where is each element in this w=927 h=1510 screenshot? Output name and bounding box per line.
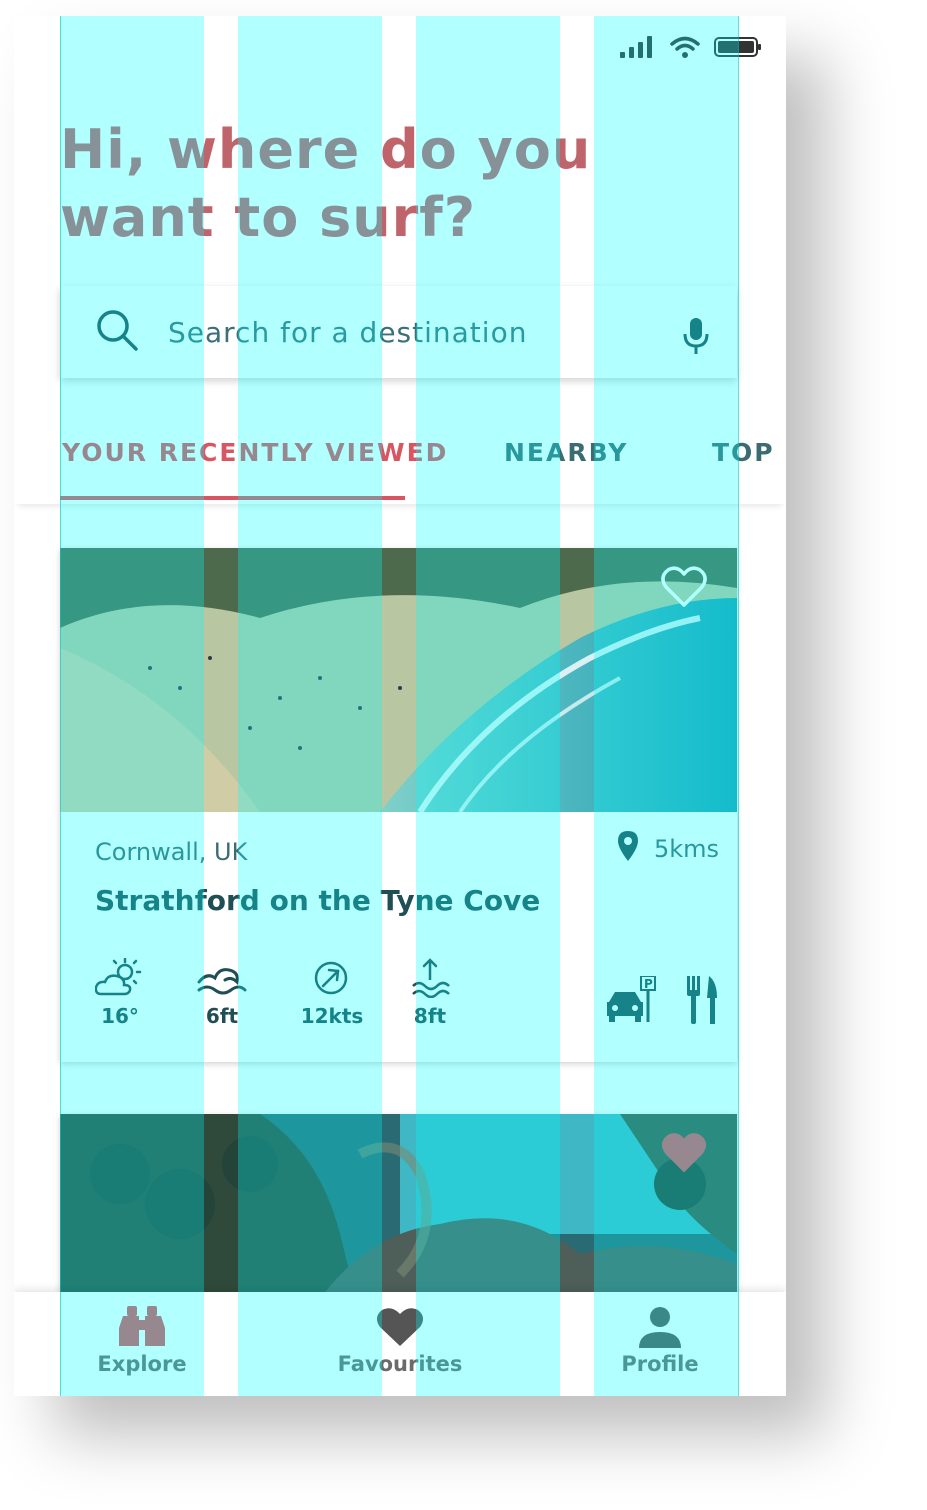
wave-height-value: 6ft: [205, 1004, 239, 1028]
status-bar: [620, 36, 762, 58]
surf-spot-card[interactable]: Cornwall, UK 5kms Strathford on the Tyne…: [60, 548, 737, 1062]
nav-favourites-label: Favourites: [337, 1352, 463, 1376]
wind-speed-value: 12kts: [300, 1004, 364, 1028]
wave-icon: [172, 958, 272, 998]
spot-location: Cornwall, UK: [95, 838, 248, 866]
favourite-heart-icon[interactable]: [661, 566, 707, 608]
search-input[interactable]: [166, 314, 640, 350]
binoculars-icon: [62, 1306, 222, 1348]
active-tab-indicator: [60, 496, 405, 500]
battery-icon: [714, 36, 762, 58]
tab-nearby[interactable]: NEARBY: [504, 438, 628, 467]
tide-metric: 8ft: [380, 958, 480, 1028]
wave-height-metric: 6ft: [172, 958, 272, 1028]
nav-explore[interactable]: Explore: [62, 1306, 222, 1376]
microphone-icon[interactable]: [681, 316, 711, 361]
spot-name: Strathford on the Tyne Cove: [95, 884, 541, 917]
tab-bar: YOUR RECENTLY VIEWED NEARBY TOP P: [14, 424, 786, 504]
search-bar[interactable]: [60, 286, 737, 378]
tab-top[interactable]: TOP P: [712, 438, 786, 467]
wifi-icon: [670, 36, 700, 58]
nav-profile[interactable]: Profile: [580, 1306, 740, 1376]
weather-icon: [70, 958, 170, 998]
search-icon[interactable]: [94, 307, 140, 358]
wind-icon: [282, 958, 382, 998]
beach-photo: [60, 548, 737, 812]
greeting-line-1: Hi, where do you: [60, 118, 592, 181]
temperature-value: 16°: [101, 1004, 139, 1028]
parking-icon: P: [605, 975, 661, 1029]
tide-icon: [380, 958, 480, 998]
surf-spot-card[interactable]: [60, 1114, 737, 1314]
bottom-navigation: Explore Favourites Profile: [14, 1292, 786, 1396]
heart-icon: [320, 1306, 480, 1348]
favourite-heart-icon[interactable]: [661, 1132, 707, 1174]
phone-screen: Hi, where do you want to surf? YOUR RECE…: [14, 16, 786, 1396]
temperature-metric: 16°: [70, 958, 170, 1028]
signal-icon: [620, 36, 656, 58]
location-pin-icon: [616, 830, 640, 868]
greeting-line-2: want to surf?: [60, 186, 477, 249]
amenities: P: [605, 975, 719, 1029]
tab-recently-viewed[interactable]: YOUR RECENTLY VIEWED: [62, 438, 448, 467]
spot-distance: 5kms: [616, 830, 719, 868]
nav-profile-label: Profile: [621, 1352, 699, 1376]
coast-photo: [60, 1114, 737, 1314]
svg-text:P: P: [644, 977, 653, 991]
wind-metric: 12kts: [282, 958, 382, 1028]
user-icon: [580, 1306, 740, 1348]
nav-favourites[interactable]: Favourites: [320, 1306, 480, 1376]
distance-value: 5kms: [653, 835, 719, 863]
nav-explore-label: Explore: [97, 1352, 187, 1376]
restaurant-icon: [685, 976, 719, 1029]
tide-value: 8ft: [413, 1004, 447, 1028]
greeting-heading: Hi, where do you want to surf?: [60, 116, 620, 252]
